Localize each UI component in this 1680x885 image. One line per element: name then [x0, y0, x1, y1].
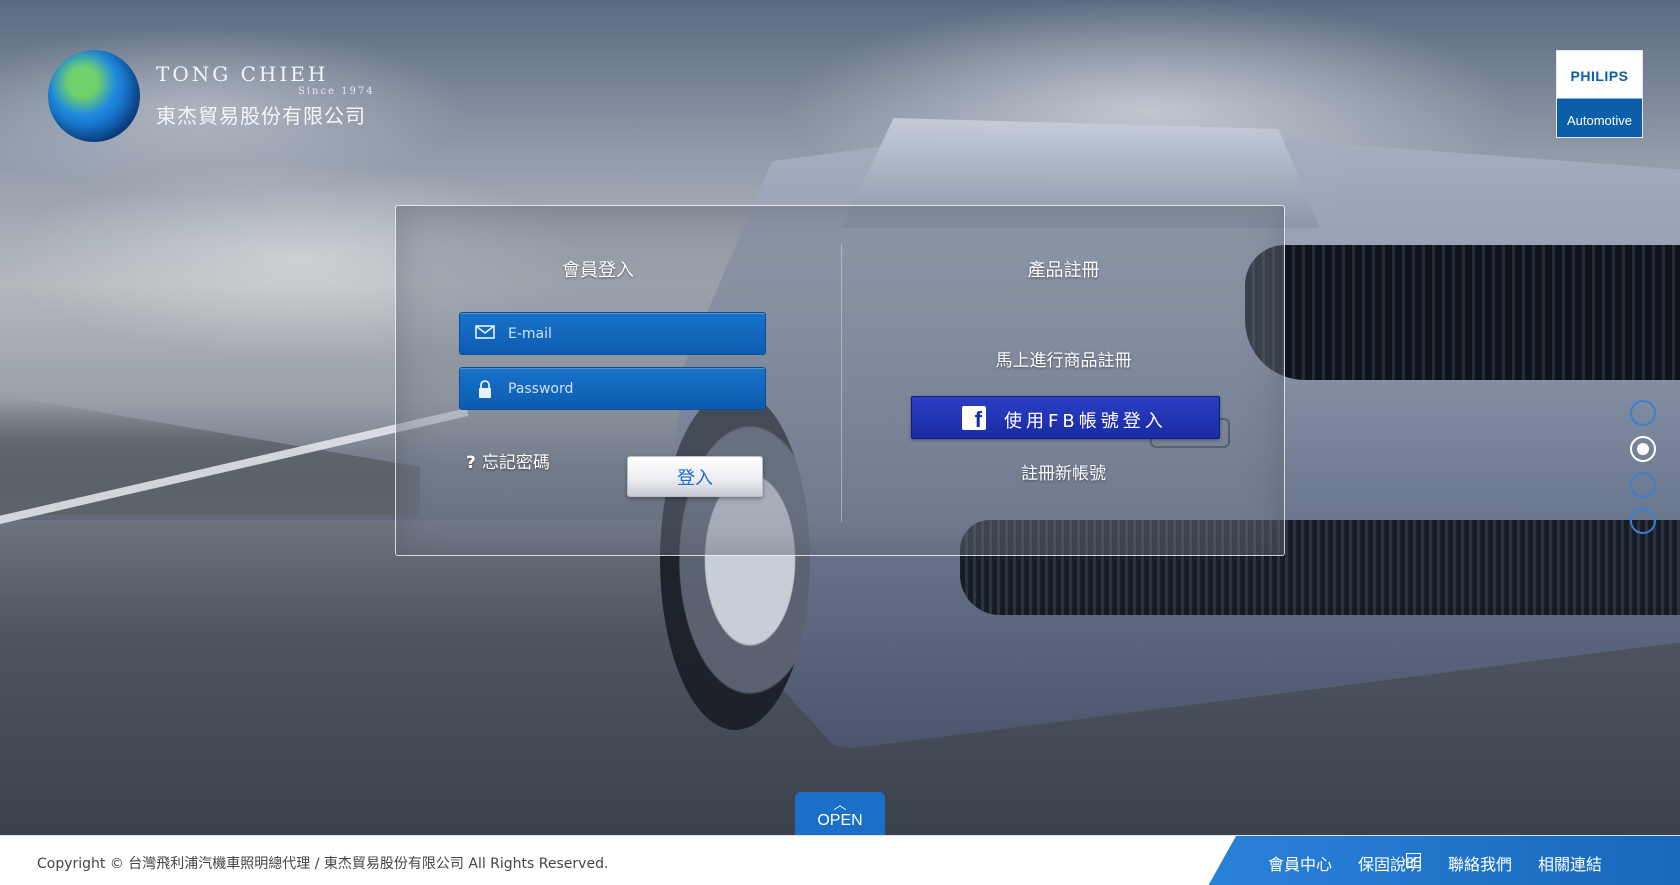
register-hint: 馬上進行商品註冊	[995, 351, 1132, 371]
forgot-password-label: 忘記密碼	[481, 453, 550, 473]
footer-link-contact[interactable]: 聯絡我們	[1448, 851, 1512, 875]
globe-icon	[48, 50, 140, 142]
facebook-login-label: 使用FB帳號登入	[1004, 411, 1167, 432]
logo-since: Since 1974	[298, 86, 375, 97]
footer-nav: 會員中心 保固說明 聯絡我們 相關連結	[1208, 836, 1680, 885]
logo-chinese-name: 東杰貿易股份有限公司	[156, 104, 366, 128]
login-button[interactable]: 登入	[627, 456, 763, 497]
footer-link-member-center[interactable]: 會員中心	[1268, 851, 1332, 875]
car-grille	[1245, 245, 1680, 380]
copyright-text: Copyright © 台灣飛利浦汽機車照明總代理 / 東杰貿易股份有限公司 A…	[37, 856, 609, 872]
password-input[interactable]	[508, 368, 758, 409]
slider-dot-4[interactable]	[1630, 508, 1656, 534]
slider-dot-1[interactable]	[1630, 400, 1656, 426]
footer: Copyright © 台灣飛利浦汽機車照明總代理 / 東杰貿易股份有限公司 A…	[0, 835, 1680, 885]
register-new-account-link[interactable]: 註冊新帳號	[841, 459, 1286, 484]
lock-icon	[475, 379, 495, 399]
open-label: OPEN	[817, 812, 863, 829]
facebook-login-button[interactable]: f 使用FB帳號登入	[911, 396, 1220, 439]
slider-dot-3[interactable]	[1630, 472, 1656, 498]
open-drawer-tab[interactable]: ︿ OPEN	[795, 792, 885, 835]
external-link-icon[interactable]	[1406, 853, 1421, 868]
slider-dot-2[interactable]	[1630, 436, 1656, 462]
question-icon: ?	[466, 453, 476, 473]
footer-link-related-links[interactable]: 相關連結	[1538, 851, 1602, 875]
logo-english-name: TONG CHIEH	[156, 62, 329, 86]
login-panel: 會員登入 ?忘記密碼 登入 產品註冊 馬上進行商品註冊 f 使用FB帳號登入 註…	[395, 205, 1285, 556]
email-input[interactable]	[508, 313, 758, 354]
slider-dots	[1630, 400, 1658, 544]
register-title: 產品註冊	[1027, 260, 1100, 281]
philips-automotive-logo[interactable]: PHILIPS Automotive	[1556, 50, 1643, 138]
email-field[interactable]	[459, 312, 766, 355]
chevron-up-icon: ︿	[833, 798, 847, 813]
login-title: 會員登入	[562, 260, 634, 281]
password-field[interactable]	[459, 367, 766, 410]
mail-icon	[475, 324, 495, 344]
philips-sub: Automotive	[1566, 113, 1633, 128]
roadside-hedge	[0, 395, 420, 515]
philips-name: PHILIPS	[1570, 68, 1629, 84]
facebook-icon: f	[962, 406, 986, 430]
forgot-password-link[interactable]: ? 忘記密碼	[466, 448, 550, 473]
company-logo[interactable]: TONG CHIEH Since 1974 東杰貿易股份有限公司	[48, 50, 378, 142]
